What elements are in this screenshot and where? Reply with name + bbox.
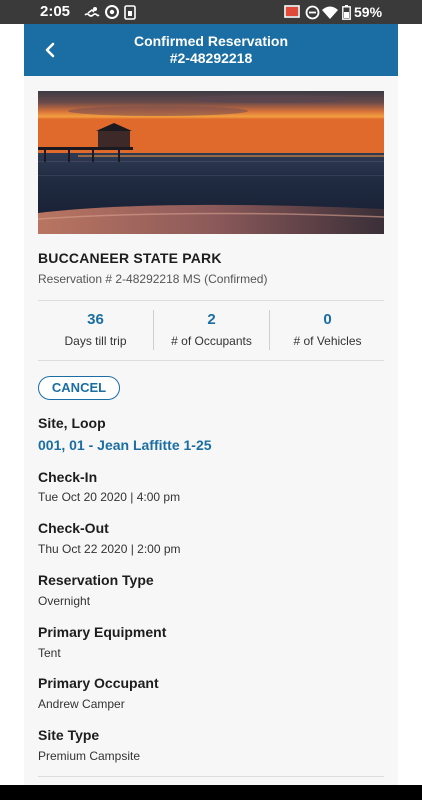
at-icon	[104, 4, 120, 20]
site-type-value: Premium Campsite	[38, 749, 141, 763]
primary-equipment-label: Primary Equipment	[38, 624, 167, 640]
reservation-content[interactable]: BUCCANEER STATE PARK Reservation # 2-482…	[24, 76, 398, 785]
app-header: Confirmed Reservation #2-48292218	[24, 24, 398, 76]
checkout-label: Check-Out	[38, 520, 109, 536]
back-button[interactable]	[38, 38, 62, 62]
page-title-line1: Confirmed Reservation	[133, 33, 289, 49]
primary-equipment-value: Tent	[38, 646, 61, 660]
sim-icon	[124, 4, 136, 20]
stat-label: # of Occupants	[171, 334, 252, 348]
cast-icon	[284, 4, 300, 20]
checkin-label: Check-In	[38, 469, 98, 485]
primary-occupant-label: Primary Occupant	[38, 675, 159, 691]
chevron-left-icon	[45, 42, 55, 58]
content-inner: BUCCANEER STATE PARK Reservation # 2-482…	[24, 76, 398, 785]
site-loop-label: Site, Loop	[38, 415, 106, 431]
do-not-disturb-icon	[304, 4, 320, 20]
park-image	[38, 91, 384, 234]
cancel-button[interactable]: CANCEL	[38, 376, 120, 400]
reservation-type-label: Reservation Type	[38, 572, 154, 588]
checkout-value: Thu Oct 22 2020 | 2:00 pm	[38, 542, 181, 556]
stat-label: Days till trip	[64, 334, 127, 348]
swim-icon	[84, 4, 100, 20]
park-name: BUCCANEER STATE PARK	[38, 250, 222, 266]
stat-value: 2	[207, 311, 216, 328]
battery-percent: 59%	[354, 4, 383, 20]
stat-value: 36	[87, 311, 104, 328]
status-bar: 2:05 59%	[0, 0, 422, 24]
reservation-number: Reservation # 2-48292218 MS (Confirmed)	[38, 272, 268, 286]
page-title-line2: #2-48292218	[169, 50, 253, 66]
stat-vehicles: 0 # of Vehicles	[270, 302, 385, 360]
reservation-type-value: Overnight	[38, 594, 91, 608]
site-loop-link[interactable]: 001, 01 - Jean Laffitte 1-25	[38, 437, 212, 453]
trip-stats: 36 Days till trip 2 # of Occupants 0 # o…	[38, 302, 384, 360]
checkin-value: Tue Oct 20 2020 | 4:00 pm	[38, 490, 181, 504]
battery-icon	[341, 4, 351, 20]
primary-occupant-value: Andrew Camper	[38, 697, 125, 711]
system-nav-bar	[0, 785, 422, 800]
stat-occupants: 2 # of Occupants	[154, 302, 269, 360]
divider	[38, 360, 384, 361]
stat-value: 0	[323, 311, 332, 328]
site-type-label: Site Type	[38, 727, 100, 743]
page-title: Confirmed Reservation #2-48292218	[84, 33, 338, 67]
stat-days-till-trip: 36 Days till trip	[38, 302, 153, 360]
status-time: 2:05	[40, 3, 71, 20]
divider	[38, 776, 384, 777]
divider	[38, 300, 384, 301]
stat-label: # of Vehicles	[293, 334, 362, 348]
wifi-icon	[322, 4, 338, 20]
